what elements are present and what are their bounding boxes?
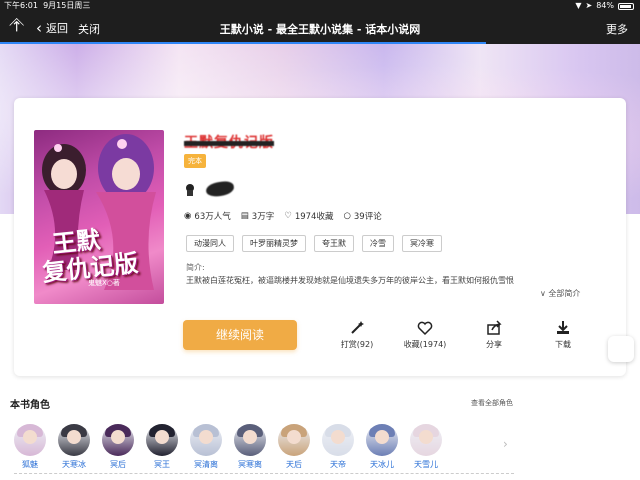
- magic-wand-icon: [351, 321, 364, 334]
- role-name: 天后: [286, 460, 302, 469]
- tag-item[interactable]: 叶罗丽精灵梦: [242, 235, 306, 252]
- floating-action-button[interactable]: [608, 336, 634, 362]
- tag-item[interactable]: 冥冷寒: [402, 235, 442, 252]
- role-name: 天雪儿: [414, 460, 438, 469]
- see-all-roles-link[interactable]: 查看全部角色: [471, 398, 513, 408]
- divider: [14, 473, 514, 474]
- role-item[interactable]: 天冰儿: [366, 424, 398, 470]
- continue-reading-button[interactable]: 继续阅读: [183, 320, 297, 350]
- role-avatar: [410, 424, 442, 456]
- role-avatar: [322, 424, 354, 456]
- location-icon: ➤: [585, 1, 593, 10]
- favorite-label: 收藏(1974): [403, 340, 447, 349]
- role-item[interactable]: 冥后: [102, 424, 134, 470]
- author-name-redacted[interactable]: [205, 180, 235, 198]
- book-stats: ◉ 63万人气 ▤ 3万字 ♡ 1974收藏 ○ 39评论: [184, 210, 382, 222]
- favorite-button[interactable]: 收藏(1974): [395, 320, 455, 350]
- tag-item[interactable]: 夸王默: [314, 235, 354, 252]
- share-icon: [487, 320, 502, 335]
- chevron-down-icon: ∨: [540, 289, 546, 298]
- cover-author: 鬼魅X○著: [88, 279, 120, 287]
- role-name: 冥王: [154, 460, 170, 469]
- intro-text: 王默被白莲花冤枉，被逼跳楼并发现她就是仙境遗失多万年的彼岸公主，看王默如何报仇雪…: [186, 276, 514, 285]
- chevron-right-icon[interactable]: ›: [503, 437, 508, 451]
- share-button[interactable]: 分享: [464, 320, 524, 350]
- stat-favorites: 1974收藏: [294, 212, 334, 222]
- role-avatar: [14, 424, 46, 456]
- wifi-icon: ▼: [575, 1, 582, 10]
- heart-icon: ♡: [284, 211, 292, 221]
- role-name: 冥清离: [194, 460, 218, 469]
- tag-item[interactable]: 冷雪: [362, 235, 394, 252]
- role-name: 冥寒离: [238, 460, 262, 469]
- expand-intro-label: 全部简介: [548, 289, 581, 298]
- role-item[interactable]: 天雪儿: [410, 424, 442, 470]
- status-time: 下午6:01: [4, 1, 38, 10]
- role-item[interactable]: 冥王: [146, 424, 178, 470]
- role-avatar: [278, 424, 310, 456]
- share-label: 分享: [486, 340, 502, 349]
- author-avatar-icon[interactable]: [185, 184, 195, 196]
- document-icon: ▤: [240, 211, 249, 221]
- download-icon: [557, 321, 569, 334]
- status-bar: 下午6:01 9月15日周三 ▼ ➤ 84%: [0, 0, 640, 12]
- role-name: 冥后: [110, 460, 126, 469]
- download-label: 下载: [555, 340, 571, 349]
- heart-outline-icon: [417, 321, 433, 336]
- role-item[interactable]: 天帝: [322, 424, 354, 470]
- book-title: 王默复仇记版: [184, 135, 274, 151]
- page-title: 王默小说 - 最全王默小说集 - 话本小说网: [219, 23, 421, 36]
- stat-words: 3万字: [251, 212, 275, 222]
- reward-button[interactable]: 打赏(92): [327, 320, 387, 350]
- status-date: 9月15日周三: [43, 1, 91, 10]
- role-name: 天寒冰: [62, 460, 86, 469]
- book-info-card: 王默 复仇记版 鬼魅X○著 王默复仇记版 完本 ◉ 63万人气 ▤ 3万字 ♡ 197…: [14, 98, 626, 376]
- role-item[interactable]: 狐魅: [14, 424, 46, 470]
- role-avatar: [234, 424, 266, 456]
- book-cover[interactable]: 王默 复仇记版 鬼魅X○著: [34, 130, 164, 304]
- role-avatar: [102, 424, 134, 456]
- stat-popularity: 63万人气: [194, 212, 231, 222]
- nav-bar: ⇱ ‹ 返回 关闭 王默小说 - 最全王默小说集 - 话本小说网 更多: [0, 12, 640, 44]
- role-name: 天冰儿: [370, 460, 394, 469]
- role-item[interactable]: 天后: [278, 424, 310, 470]
- download-button[interactable]: 下载: [533, 320, 593, 350]
- role-avatar: [190, 424, 222, 456]
- stat-comments: 39评论: [353, 212, 382, 222]
- expand-intro-button[interactable]: ∨ 全部简介: [540, 288, 580, 299]
- role-item[interactable]: 天寒冰: [58, 424, 90, 470]
- battery-percent: 84%: [596, 1, 614, 10]
- eye-icon: ◉: [184, 211, 192, 221]
- role-name: 天帝: [330, 460, 346, 469]
- more-button[interactable]: 更多: [606, 21, 628, 37]
- role-avatar: [146, 424, 178, 456]
- role-item[interactable]: 冥清离: [190, 424, 222, 470]
- comment-icon: ○: [343, 211, 351, 221]
- status-badge: 完本: [184, 154, 206, 168]
- role-item[interactable]: 冥寒离: [234, 424, 266, 470]
- role-avatar: [58, 424, 90, 456]
- role-avatar: [366, 424, 398, 456]
- role-name: 狐魅: [22, 460, 38, 469]
- battery-icon: [618, 2, 634, 10]
- intro-label: 简介:: [186, 263, 205, 272]
- reward-label: 打赏(92): [340, 340, 374, 349]
- tag-list: 动漫同人 叶罗丽精灵梦 夸王默 冷雪 冥冷寒: [186, 235, 442, 252]
- roles-section-title: 本书角色: [10, 400, 50, 411]
- app-root: 下午6:01 9月15日周三 ▼ ➤ 84% ⇱ ‹ 返回 关闭 王默小说 - …: [0, 0, 640, 480]
- role-list: 狐魅 天寒冰 冥后 冥王 冥清离 冥寒离 天后 天帝 天冰儿 天雪儿: [14, 424, 442, 470]
- tag-item[interactable]: 动漫同人: [186, 235, 234, 252]
